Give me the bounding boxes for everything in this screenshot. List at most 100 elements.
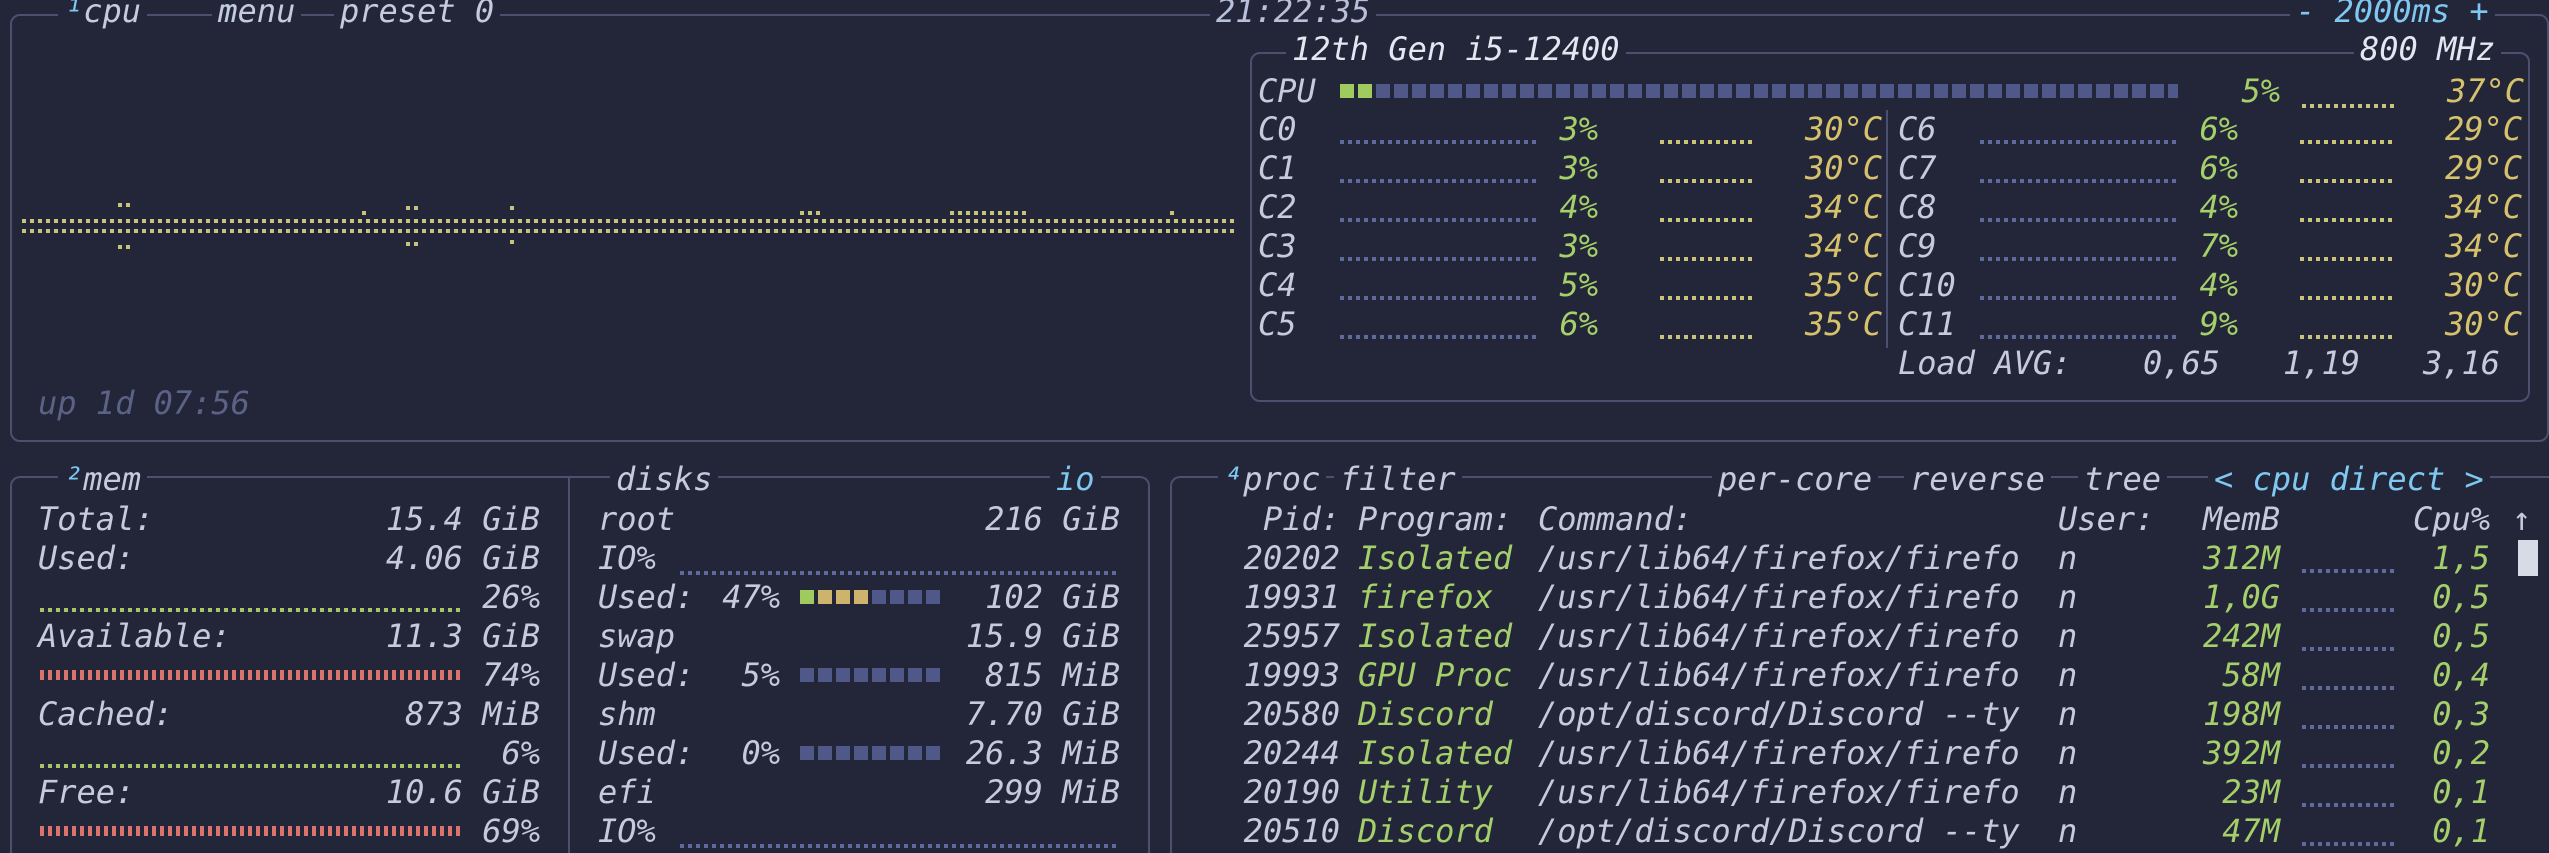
process-command: /usr/lib64/firefox/firefo: [1538, 773, 2020, 811]
disk-efi-io-label: IO%: [598, 812, 656, 850]
proc-tab[interactable]: ⁴proc: [1218, 460, 1327, 499]
core-label: C0: [1258, 110, 1297, 148]
core-temp: 29°C: [2444, 110, 2522, 148]
mem-free-label: Free:: [38, 773, 135, 811]
col-user[interactable]: User:: [2058, 500, 2154, 539]
io-toggle[interactable]: io: [1050, 460, 1101, 499]
process-user: n: [2058, 734, 2078, 772]
per-core-toggle[interactable]: per-core: [1712, 460, 1879, 499]
core-temp-graph: [2300, 257, 2396, 261]
col-command[interactable]: Command:: [1538, 500, 1692, 539]
process-cpu: 0,4: [2432, 656, 2490, 694]
disk-root-used-label: Used:: [598, 578, 695, 616]
process-command: /usr/lib64/firefox/firefo: [1538, 656, 2020, 694]
preset-button[interactable]: preset 0: [334, 0, 501, 31]
mem-cached-value: 873 MiB: [405, 695, 540, 733]
mem-free-percent: 69%: [482, 812, 540, 850]
per-core-label: per-core: [1712, 460, 1879, 498]
mem-available-label: Available:: [38, 617, 231, 655]
mem-used-label: Used:: [38, 539, 135, 577]
tree-label: tree: [2078, 460, 2168, 498]
disk-efi-size: 299 MiB: [985, 773, 1120, 811]
core-temp-graph: [1660, 218, 1756, 222]
cpu-tab[interactable]: ¹cpu: [58, 0, 148, 31]
process-mem: 242M: [2202, 617, 2280, 655]
core-temp: 29°C: [2444, 149, 2522, 187]
reverse-toggle[interactable]: reverse: [1904, 460, 2051, 499]
process-pid: 19931: [1243, 578, 1340, 616]
clock-text: 21:22:35: [1210, 0, 1377, 30]
disk-efi-name: efi: [598, 773, 656, 811]
core-temp-graph: [2300, 218, 2396, 222]
filter-button[interactable]: filter: [1334, 460, 1462, 499]
process-cpu: 0,1: [2432, 812, 2490, 850]
process-pid: 19993: [1243, 656, 1340, 694]
cpu-total-temp: 37°C: [2446, 72, 2524, 110]
core-temp-graph: [1660, 296, 1756, 300]
cpu-graph-baseline: [22, 219, 1236, 223]
process-mem: 1,0G: [2202, 578, 2280, 616]
core-temp-graph: [1660, 179, 1756, 183]
process-mem: 198M: [2202, 695, 2280, 733]
process-command: /usr/lib64/firefox/firefo: [1538, 539, 2020, 577]
sort-selector[interactable]: < cpu direct >: [2208, 460, 2490, 499]
disk-swap-used-label: Used:: [598, 656, 695, 694]
io-label: io: [1050, 460, 1101, 498]
core-temp: 30°C: [1804, 149, 1882, 187]
update-interval[interactable]: - 2000ms +: [2290, 0, 2495, 31]
tree-toggle[interactable]: tree: [2078, 460, 2168, 499]
process-pid: 20190: [1243, 773, 1340, 811]
disk-shm-size: 7.70 GiB: [965, 695, 1120, 733]
process-mem: 58M: [2222, 656, 2280, 694]
disk-root-size: 216 GiB: [985, 500, 1120, 538]
disks-tab[interactable]: disks: [610, 460, 719, 499]
scrollbar-thumb[interactable]: [2518, 540, 2538, 576]
mem-tab-label: mem: [83, 460, 142, 498]
col-mem[interactable]: MemB: [2150, 500, 2280, 539]
process-mem: 312M: [2202, 539, 2280, 577]
process-pid: 20202: [1243, 539, 1340, 577]
core-percent: 3%: [1559, 110, 1598, 148]
core-temp: 34°C: [1804, 227, 1882, 265]
core-temp: 35°C: [1804, 305, 1882, 343]
disk-root-name: root: [598, 500, 676, 538]
core-label: C3: [1258, 227, 1297, 265]
process-pid: 20244: [1243, 734, 1340, 772]
cpu-total-percent: 5%: [2241, 72, 2280, 110]
process-program: Utility: [1358, 773, 1493, 811]
disk-shm-used-value: 26.3 MiB: [965, 734, 1120, 772]
cpu-total-temp-graph: [2302, 104, 2398, 108]
core-label: C6: [1898, 110, 1937, 148]
sort-label: < cpu direct >: [2208, 460, 2490, 498]
core-percent: 6%: [2199, 110, 2238, 148]
core-label: C5: [1258, 305, 1297, 343]
core-temp-graph: [2300, 296, 2396, 300]
process-user: n: [2058, 695, 2078, 733]
reverse-label: reverse: [1904, 460, 2051, 498]
process-command: /usr/lib64/firefox/firefo: [1538, 617, 2020, 655]
col-pid[interactable]: Pid:: [1180, 500, 1340, 539]
load-avg-label: Load AVG:: [1898, 344, 2072, 382]
disk-root-used-percent: 47%: [722, 578, 780, 616]
core-temp: 30°C: [1804, 110, 1882, 148]
load-avg-5: 1,19: [2282, 344, 2360, 382]
mem-total-label: Total:: [38, 500, 154, 538]
menu-button[interactable]: mmenu: [212, 0, 302, 31]
core-label: C7: [1898, 149, 1937, 187]
disk-root-io-label: IO%: [598, 539, 656, 577]
core-percent: 3%: [1559, 227, 1598, 265]
disk-root-io-graph: [680, 571, 1120, 575]
col-cpu[interactable]: Cpu%: [2350, 500, 2490, 539]
process-user: n: [2058, 773, 2078, 811]
cpu-graph-baseline: [22, 229, 1236, 233]
col-program[interactable]: Program:: [1358, 500, 1512, 539]
process-cpu: 1,5: [2432, 539, 2490, 577]
core-temp-graph: [2300, 140, 2396, 144]
cpu-model: 12th Gen i5-12400: [1286, 30, 1626, 69]
mem-tab[interactable]: ²mem: [58, 460, 148, 499]
scroll-up-icon[interactable]: ↑: [2512, 500, 2531, 539]
cpu-tab-number: ¹: [64, 0, 84, 30]
process-pid: 25957: [1243, 617, 1340, 655]
core-temp: 35°C: [1804, 266, 1882, 304]
core-label: C2: [1258, 188, 1297, 226]
